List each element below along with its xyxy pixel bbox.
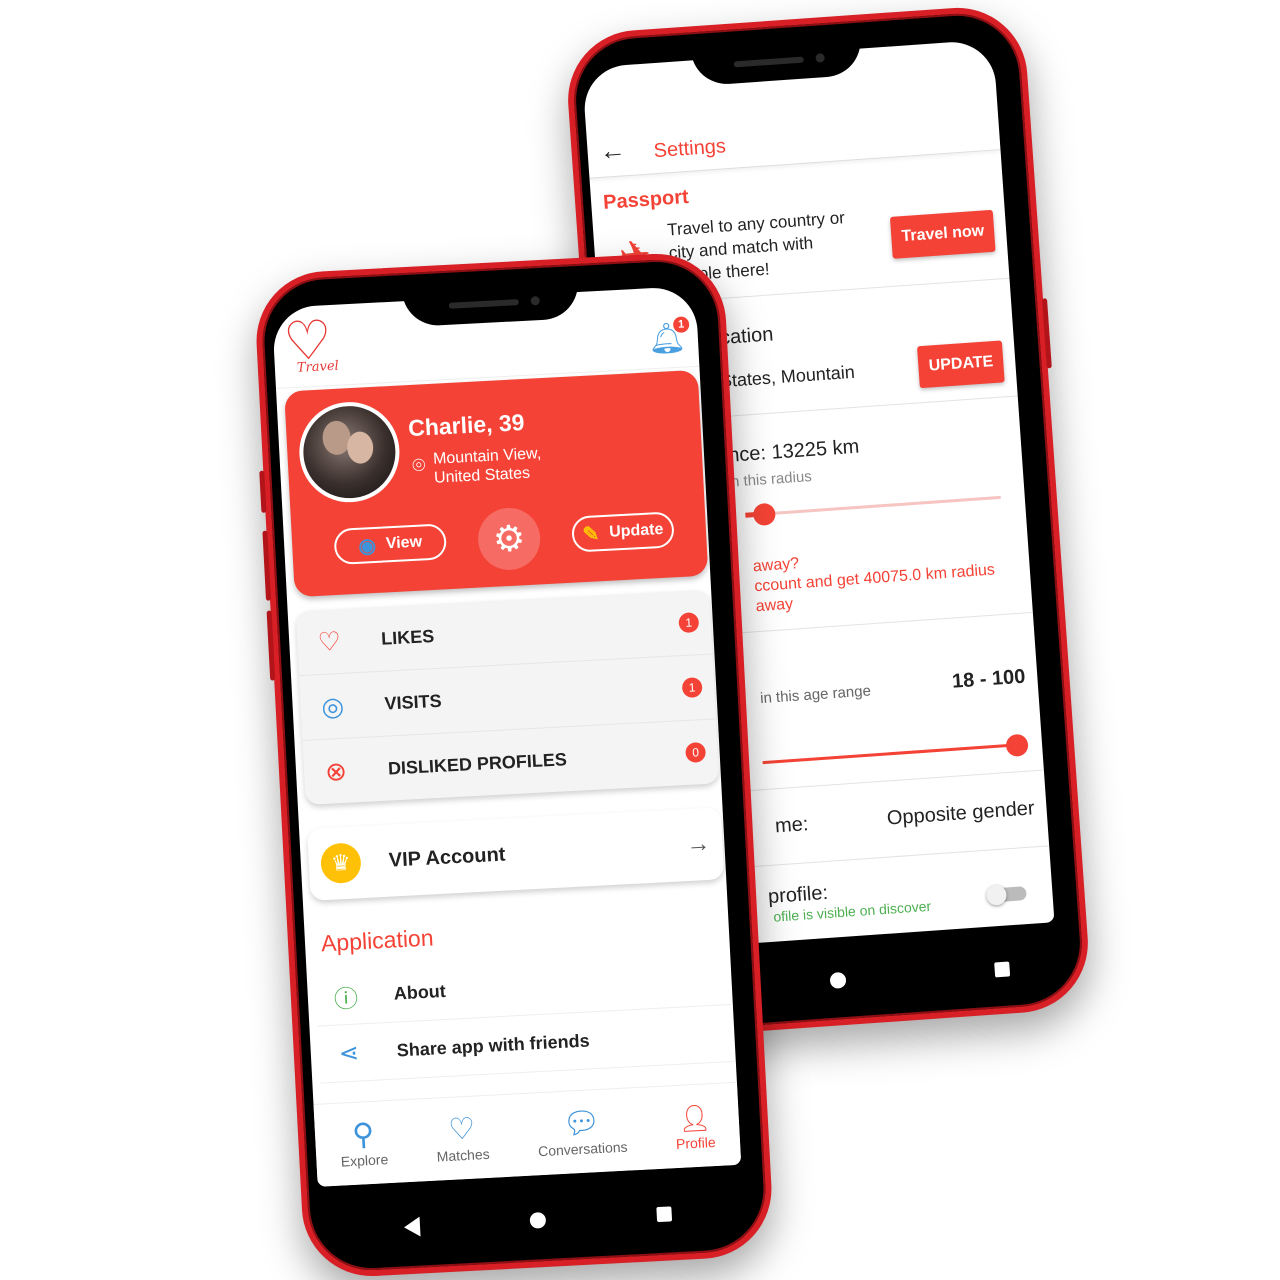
age-slider-knob[interactable] [1005, 733, 1029, 758]
travel-now-button[interactable]: Travel now [890, 209, 996, 259]
side-button [259, 470, 267, 513]
avatar[interactable] [296, 399, 402, 505]
update-button-label: Update [608, 520, 664, 541]
info-icon: ⓘ [333, 985, 359, 1014]
chat-icon: 💬︎ [561, 1105, 602, 1141]
tab-explore[interactable]: ⚲ Explore [339, 1117, 389, 1170]
home-button[interactable] [529, 1211, 547, 1229]
tab-matches[interactable]: ♡ Matches [435, 1112, 490, 1165]
vip-account-row[interactable]: ♛ VIP Account → [307, 807, 725, 901]
count-badge: 1 [678, 612, 700, 634]
profile-system-nav [348, 1196, 727, 1246]
view-button[interactable]: ◉ View [333, 523, 448, 566]
settings-title: Settings [652, 135, 727, 163]
bottom-nav: ⚲ Explore ♡ Matches 💬︎ Conversations 👤︎ … [313, 1081, 742, 1187]
menu-item-label: LIKES [380, 625, 435, 649]
menu-item-label: VISITS [384, 690, 443, 714]
tab-conversations[interactable]: 💬︎ Conversations [536, 1105, 628, 1160]
activity-menu: ♡ LIKES 1 ◎ VISITS 1 ⊗ DISLIKED PROFILES… [295, 589, 720, 805]
tab-label: Matches [436, 1145, 491, 1165]
share-icon: ⋖ [338, 1039, 360, 1068]
back-button[interactable] [403, 1216, 421, 1238]
vip-label: VIP Account [388, 843, 506, 872]
count-badge: 1 [681, 677, 703, 699]
tab-label: Conversations [537, 1138, 628, 1160]
tab-profile[interactable]: 👤︎ Profile [674, 1100, 716, 1152]
side-button [262, 530, 272, 601]
arrow-left-icon[interactable]: ← [599, 134, 627, 167]
profile-card: Charlie, 39 ⌾ Mountain View, United Stat… [284, 369, 709, 598]
gear-icon: ⚙ [491, 517, 527, 560]
about-label: About [393, 980, 447, 1004]
location-pin-icon: ⌾ [411, 452, 427, 478]
notification-badge: 1 [672, 316, 690, 334]
recent-apps-button[interactable] [656, 1205, 672, 1222]
home-button[interactable] [829, 971, 847, 989]
side-button [266, 610, 276, 681]
heart-outline-icon: ♡ [316, 625, 342, 657]
profile-visibility-toggle[interactable] [990, 886, 1027, 903]
app-logo-text: Travel [296, 358, 340, 376]
count-badge: 0 [685, 741, 707, 763]
arrow-right-icon: → [685, 829, 712, 859]
user-location-text: Mountain View, United States [432, 445, 542, 487]
user-location: ⌾ Mountain View, United States [411, 444, 554, 489]
profile-screen: ♡ Travel 🔔︎ 1 Charlie, 39 ⌾ Mountain Vie… [271, 285, 742, 1187]
tab-label: Profile [675, 1133, 717, 1153]
close-circle-icon: ⊗ [324, 755, 348, 787]
menu-item-label: DISLIKED PROFILES [387, 748, 568, 779]
recent-apps-button[interactable] [993, 960, 1010, 977]
update-location-button[interactable]: UPDATE [917, 340, 1005, 389]
search-icon: ⚲ [351, 1117, 376, 1152]
heart-icon: ♡ [447, 1112, 477, 1147]
eye-icon: ◉ [357, 534, 377, 558]
person-icon: 👤︎ [677, 1102, 712, 1134]
distance-slider-knob[interactable] [752, 502, 777, 527]
eye-icon: ◎ [320, 690, 345, 722]
profile-phone: ♡ Travel 🔔︎ 1 Charlie, 39 ⌾ Mountain Vie… [252, 250, 776, 1280]
pencil-icon: ✎ [581, 522, 600, 546]
application-section: Application ⓘ About ⋖ Share app with fri… [312, 895, 734, 1084]
user-name: Charlie, 39 [407, 409, 526, 442]
view-button-label: View [385, 533, 423, 553]
tab-label: Explore [340, 1151, 389, 1170]
show-me-value: Opposite gender [886, 797, 1036, 830]
settings-button[interactable]: ⚙ [476, 506, 542, 572]
volume-button [1041, 298, 1052, 369]
share-label: Share app with friends [396, 1029, 591, 1061]
crown-icon: ♛ [319, 842, 362, 885]
age-range-value: 18 - 100 [951, 665, 1027, 693]
update-profile-button[interactable]: ✎ Update [571, 511, 675, 553]
